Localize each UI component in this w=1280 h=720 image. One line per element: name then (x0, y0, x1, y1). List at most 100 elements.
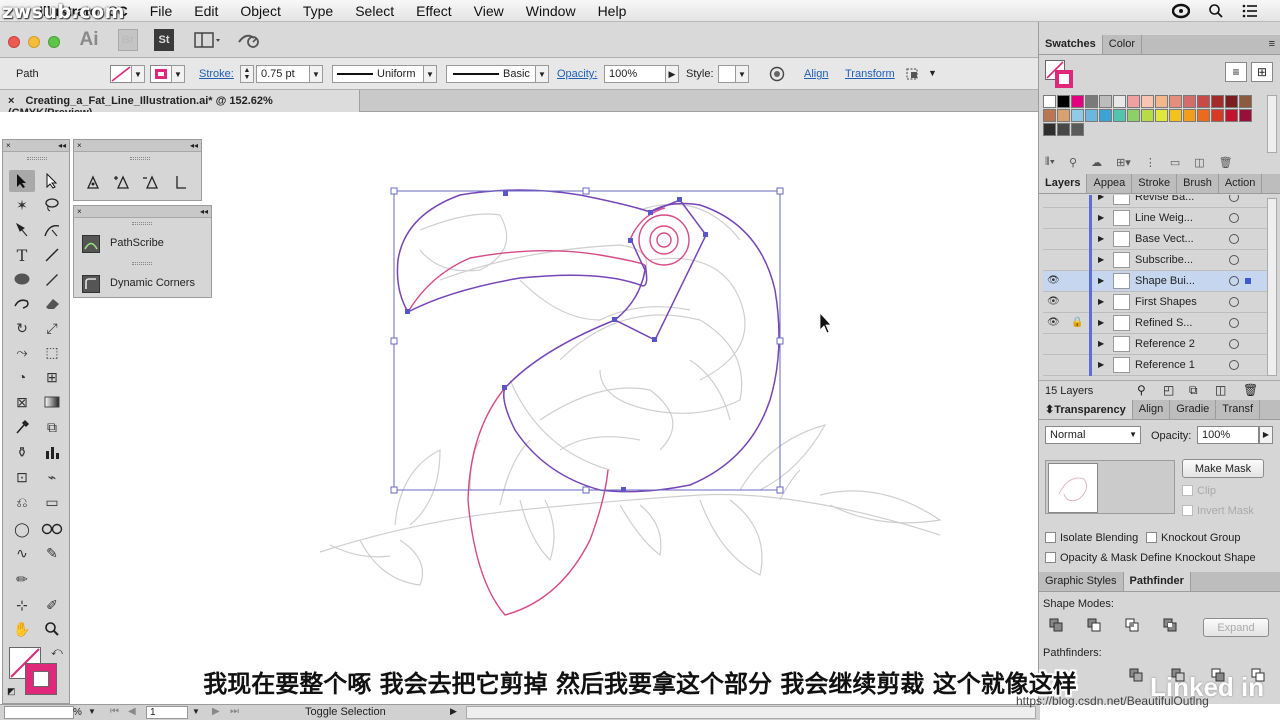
color-swatch[interactable] (1225, 95, 1238, 108)
color-swatch[interactable] (1099, 95, 1112, 108)
tab-graphic-styles[interactable]: Graphic Styles (1039, 572, 1124, 591)
artboard-number[interactable]: 1 (146, 706, 188, 719)
color-swatch[interactable] (1127, 109, 1140, 122)
blend-tool[interactable]: ⧉ (39, 416, 65, 438)
stroke-panel-link[interactable]: Stroke: (199, 68, 234, 80)
swatch-libraries-icon[interactable]: ⫴▾ (1045, 156, 1055, 172)
eraser-tool[interactable] (39, 292, 65, 314)
column-graph-tool[interactable] (39, 441, 65, 463)
anchor-point-tool[interactable] (168, 171, 194, 193)
color-swatch[interactable] (1057, 123, 1070, 136)
expand-layer-icon[interactable]: ▶ (1098, 318, 1104, 327)
opacity-panel-link[interactable]: Opacity: (557, 68, 597, 80)
close-tab-icon[interactable]: × (8, 95, 14, 107)
transparency-opacity-input[interactable]: 100% (1197, 426, 1259, 444)
color-swatch[interactable] (1071, 95, 1084, 108)
crop-tool[interactable]: ⊹ (9, 594, 35, 616)
tab-color[interactable]: Color (1103, 35, 1143, 54)
tab-pathfinder[interactable]: Pathfinder (1123, 572, 1191, 591)
target-circle-icon[interactable] (1229, 297, 1239, 307)
new-layer-icon[interactable]: ◫ (1215, 383, 1226, 397)
first-artboard-icon[interactable]: ⏮ (110, 706, 119, 717)
tab-transparency[interactable]: ⬍Transparency (1039, 400, 1133, 419)
zoom-dropdown[interactable]: ▼ (88, 707, 96, 716)
selection-indicator[interactable] (1245, 278, 1251, 284)
color-swatch[interactable] (1113, 95, 1126, 108)
menu-file[interactable]: File (139, 3, 184, 19)
color-swatch[interactable] (1057, 95, 1070, 108)
target-circle-icon[interactable] (1229, 255, 1239, 265)
style-dropdown[interactable]: ▼ (735, 65, 749, 83)
fill-color-swatch[interactable] (110, 65, 132, 83)
bridge-button[interactable]: Br (118, 29, 138, 51)
artboard-tool[interactable]: ⊡ (9, 466, 35, 488)
lasso-tool[interactable] (39, 194, 65, 216)
isolate-blending-checkbox[interactable] (1045, 532, 1056, 543)
path-eraser-tool[interactable]: ✎ (39, 542, 65, 564)
document-tab[interactable]: × Creating_a_Fat_Line_Illustration.ai* @… (0, 90, 360, 119)
color-swatch[interactable] (1239, 95, 1252, 108)
target-circle-icon[interactable] (1229, 339, 1239, 349)
color-swatch[interactable] (1169, 109, 1182, 122)
exclude-icon[interactable] (1163, 618, 1177, 632)
slice-tool[interactable]: ⌁ (39, 466, 65, 488)
expand-layer-icon[interactable]: ▶ (1098, 297, 1104, 306)
transparency-opacity-arrow[interactable]: ▶ (1259, 426, 1273, 444)
color-swatch[interactable] (1085, 95, 1098, 108)
gradient-tool[interactable] (39, 391, 65, 413)
menu-view[interactable]: View (463, 3, 515, 19)
color-swatch[interactable] (1197, 95, 1210, 108)
stroke-weight-dropdown[interactable]: ▼ (309, 65, 323, 83)
target-circle-icon[interactable] (1229, 360, 1239, 370)
expand-layer-icon[interactable]: ▶ (1098, 213, 1104, 222)
make-mask-button[interactable]: Make Mask (1182, 459, 1264, 478)
color-swatch[interactable] (1113, 109, 1126, 122)
expand-layer-icon[interactable]: ▶ (1098, 195, 1104, 201)
tab-align[interactable]: Align (1133, 400, 1171, 419)
hand-tool[interactable]: ✋ (9, 618, 35, 640)
width-tool[interactable]: ⤳ (9, 341, 35, 363)
target-circle-icon[interactable] (1229, 213, 1239, 223)
delete-anchor-point-tool[interactable] (138, 171, 164, 193)
pen-tool-alt[interactable] (80, 171, 106, 193)
tab-swatches[interactable]: Swatches (1039, 35, 1103, 54)
delete-swatch-icon[interactable]: 🗑 (1219, 156, 1233, 172)
direct-selection-tool[interactable] (39, 170, 65, 192)
pen-tools-panel-header[interactable]: × ◂◂ (74, 140, 201, 152)
layer-row[interactable]: ▶ Reference 2 (1043, 334, 1273, 355)
shape-builder-tool[interactable]: ◔ (9, 366, 35, 388)
variable-width-profile[interactable]: Uniform (332, 65, 424, 83)
dynamic-corners-item[interactable]: Dynamic Corners (80, 272, 208, 296)
swap-fill-stroke-icon[interactable]: ⤺ (51, 646, 63, 659)
color-swatch[interactable] (1085, 109, 1098, 122)
menu-type[interactable]: Type (292, 3, 344, 19)
stock-button[interactable]: St (154, 29, 174, 51)
swatch-kind-icon[interactable]: ⚲ (1069, 156, 1077, 172)
menu-effect[interactable]: Effect (405, 3, 463, 19)
list-view-button[interactable]: ≡ (1225, 62, 1247, 82)
blend-mode-select[interactable]: Normal ▼ (1045, 426, 1141, 444)
color-swatch[interactable] (1183, 109, 1196, 122)
expand-layer-icon[interactable]: ▶ (1098, 255, 1104, 264)
line-segment-tool[interactable] (39, 244, 65, 266)
menu-edit[interactable]: Edit (183, 3, 229, 19)
control-menu-dropdown[interactable]: ▼ (928, 68, 937, 78)
locate-object-icon[interactable]: ⚲ (1137, 383, 1146, 397)
shaper-tool[interactable] (9, 292, 35, 314)
style-swatch[interactable] (718, 65, 736, 83)
color-swatch[interactable] (1225, 109, 1238, 122)
ruler-tool[interactable]: ▭ (39, 491, 65, 513)
magic-wand-tool[interactable]: ✶ (9, 194, 35, 216)
intersect-icon[interactable] (1125, 618, 1139, 632)
target-circle-icon[interactable] (1229, 318, 1239, 328)
show-swatch-kinds-icon[interactable]: ⊞▾ (1116, 156, 1131, 172)
color-swatch[interactable] (1239, 109, 1252, 122)
color-swatch[interactable] (1141, 109, 1154, 122)
arrange-documents-icon[interactable] (194, 29, 224, 51)
notification-center-icon[interactable] (1242, 4, 1258, 18)
previous-artboard-icon[interactable]: ◀ (128, 706, 136, 717)
eyedropper-tool[interactable] (9, 416, 35, 438)
expand-button[interactable]: Expand (1203, 618, 1269, 637)
layer-row[interactable]: ▶ Reference 1 (1043, 355, 1273, 376)
color-swatch[interactable] (1043, 109, 1056, 122)
